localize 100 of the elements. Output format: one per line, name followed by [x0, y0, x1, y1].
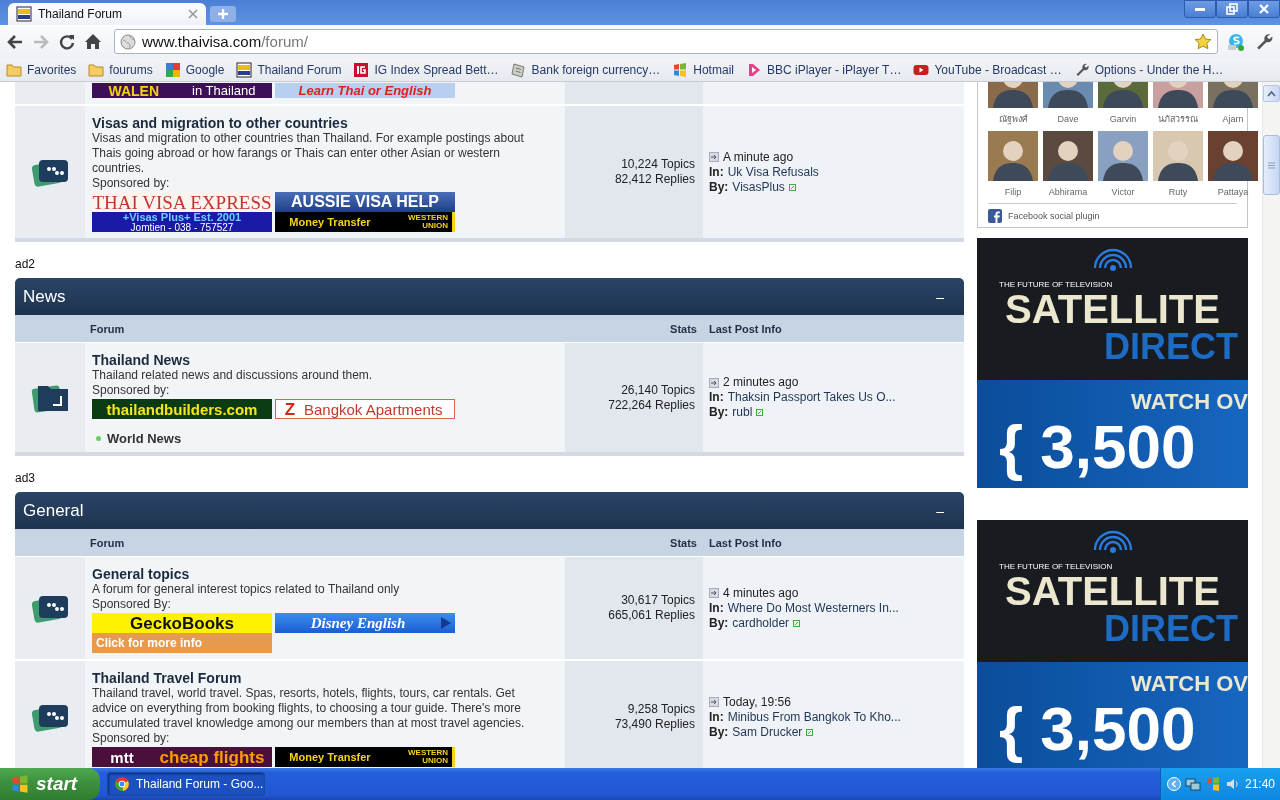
person-name[interactable]: Pattaya	[1217, 186, 1249, 198]
user-link[interactable]: Sam Drucker	[732, 724, 803, 740]
avatar[interactable]	[1153, 131, 1203, 181]
ad-brand: SATELLITE	[1005, 289, 1220, 329]
banner-text: Disney English	[309, 615, 407, 631]
user-link[interactable]: rubl	[732, 405, 753, 420]
scroll-up-button[interactable]	[1263, 85, 1280, 102]
banner-text: GeckoBooks	[92, 613, 272, 633]
arrow-icon[interactable]	[709, 697, 719, 707]
avatar[interactable]	[988, 82, 1038, 108]
in-label: In:	[709, 164, 724, 180]
play-icon	[441, 617, 451, 629]
forum-title[interactable]: Thailand News	[92, 352, 558, 368]
close-button[interactable]	[1248, 0, 1280, 18]
network-icon[interactable]	[1185, 776, 1201, 792]
reload-button[interactable]	[58, 32, 76, 51]
person-name[interactable]: Dave	[1057, 113, 1079, 125]
topic-count: 10,224 Topics	[621, 157, 695, 172]
profile-icon[interactable]	[806, 728, 814, 736]
bookmark[interactable]: IG Index Spread Bett…	[353, 61, 499, 78]
bookmark[interactable]: BBC iPlayer - iPlayer T…	[745, 61, 902, 78]
bookmark[interactable]: Favorites	[6, 61, 77, 78]
avatar[interactable]	[1043, 82, 1093, 108]
topic-link[interactable]: Thaksin Passport Takes Us O...	[727, 390, 896, 405]
profile-icon[interactable]	[756, 409, 764, 416]
wrench-icon[interactable]	[1254, 31, 1274, 52]
taskbar-button[interactable]: Thailand Forum - Goo...	[107, 772, 265, 796]
avatar[interactable]	[1098, 131, 1148, 181]
ad-banner[interactable]: GeckoBooks Click for more info	[92, 613, 272, 653]
skype-icon[interactable]	[1226, 31, 1246, 52]
person-name[interactable]: Abhirama	[1048, 186, 1088, 198]
sponsor-label: Sponsored By:	[92, 597, 172, 612]
ad-banner[interactable]: AUSSIE VISA HELP Money Transfer WESTERN UNION	[275, 192, 455, 232]
ad-tagline: THE FUTURE OF TELEVISION	[999, 562, 1113, 571]
ad-banner[interactable]: Money Transfer WESTERN UNION	[275, 747, 455, 767]
home-button[interactable]	[84, 32, 102, 51]
address-bar[interactable]: www.thaivisa.com/forum/	[114, 29, 1218, 54]
ad-banner[interactable]: Disney English	[275, 613, 455, 633]
avatar[interactable]	[1208, 131, 1258, 181]
forum-title[interactable]: Thailand Travel Forum	[92, 670, 558, 686]
avatar[interactable]	[1208, 82, 1258, 108]
person-name[interactable]: Filip	[1004, 186, 1022, 198]
ad-banner[interactable]: WALEN in Thailand	[92, 83, 272, 98]
topic-link[interactable]: Uk Visa Refusals	[727, 164, 819, 180]
bookmark[interactable]: Options - Under the H…	[1073, 61, 1224, 78]
bookmark[interactable]: Google	[164, 61, 225, 78]
collapse-button[interactable]: –	[936, 288, 944, 305]
arrow-icon[interactable]	[709, 152, 719, 162]
avatar[interactable]	[1098, 82, 1148, 108]
bookmark[interactable]: fourums	[88, 61, 153, 78]
collapse-button[interactable]: –	[936, 502, 944, 519]
bookmark[interactable]: Hotmail	[672, 61, 734, 78]
bookmark[interactable]: Bank foreign currency…	[510, 61, 661, 78]
restore-button[interactable]	[1216, 0, 1248, 18]
person-name[interactable]: Ruty	[1168, 186, 1188, 198]
home-icon	[84, 32, 102, 51]
browser-tab[interactable]: Thailand Forum	[8, 3, 206, 25]
forum-description: Thailand travel, world travel. Spas, resorts, hotels, flights, tours, car rentals. Get advice on everything from booking flights, to choosing a tour guide. There's more accumulated travel knowledge among our members than at most travel agencies.	[92, 686, 526, 731]
start-button[interactable]: start	[0, 768, 100, 800]
reply-count: 665,061 Replies	[608, 608, 695, 623]
ad-banner[interactable]: thailandbuilders.com	[92, 399, 272, 419]
bookmark[interactable]: YouTube - Broadcast …	[913, 61, 1062, 78]
windows-icon	[672, 61, 689, 78]
expand-icon[interactable]	[1167, 777, 1181, 791]
column-header: Forum	[89, 536, 126, 549]
avatar[interactable]	[1043, 131, 1093, 181]
user-link[interactable]: cardholder	[732, 615, 790, 631]
avatar[interactable]	[988, 131, 1038, 181]
banner-text: THAI VISA EXPRESS	[92, 192, 272, 212]
profile-icon[interactable]	[788, 183, 796, 191]
minimize-button[interactable]	[1184, 0, 1216, 18]
person-name[interactable]: นภัสวรรณ	[1158, 113, 1198, 125]
user-link[interactable]: VisasPlus	[732, 179, 785, 195]
subforum-link[interactable]: World News	[107, 431, 182, 446]
person-name[interactable]: Victor	[1111, 186, 1135, 198]
bookmark[interactable]: Thailand Forum	[236, 61, 342, 78]
ad-banner[interactable]: mtt cheap flights	[92, 747, 272, 767]
scrollbar-thumb[interactable]	[1263, 135, 1280, 195]
topic-count: 9,258 Topics	[627, 702, 695, 717]
person-name[interactable]: Ajarn	[1222, 113, 1244, 125]
ad-banner[interactable]: THAI VISA EXPRESS +Visas Plus+ Est. 2001 Jomtien - 038 - 757527	[92, 192, 272, 232]
person-name[interactable]: ณัฐพงศ์	[998, 113, 1028, 125]
forum-title[interactable]: Visas and migration to other countries	[92, 115, 558, 131]
close-icon[interactable]	[188, 9, 198, 19]
forum-title[interactable]: General topics	[92, 566, 558, 582]
sponsor-label: Sponsored by:	[92, 731, 171, 746]
star-icon[interactable]	[1194, 32, 1212, 51]
post-time: 4 minutes ago	[723, 585, 799, 601]
person-name[interactable]: Garvin	[1109, 113, 1137, 125]
topic-link[interactable]: Minibus From Bangkok To Kho...	[727, 709, 901, 725]
speaker-icon[interactable]	[1225, 776, 1241, 792]
profile-icon[interactable]	[793, 619, 801, 627]
avatar[interactable]	[1153, 82, 1203, 108]
windows-icon[interactable]	[1205, 776, 1221, 792]
forum-description: A forum for general interest topics related to Thailand only	[92, 582, 401, 597]
arrow-icon[interactable]	[709, 588, 719, 598]
topic-link[interactable]: Where Do Most Westerners In...	[727, 600, 899, 616]
arrow-icon[interactable]	[709, 377, 719, 388]
ad-banner[interactable]: Z Bangkok Apartments	[275, 399, 455, 419]
back-button[interactable]	[6, 32, 24, 51]
